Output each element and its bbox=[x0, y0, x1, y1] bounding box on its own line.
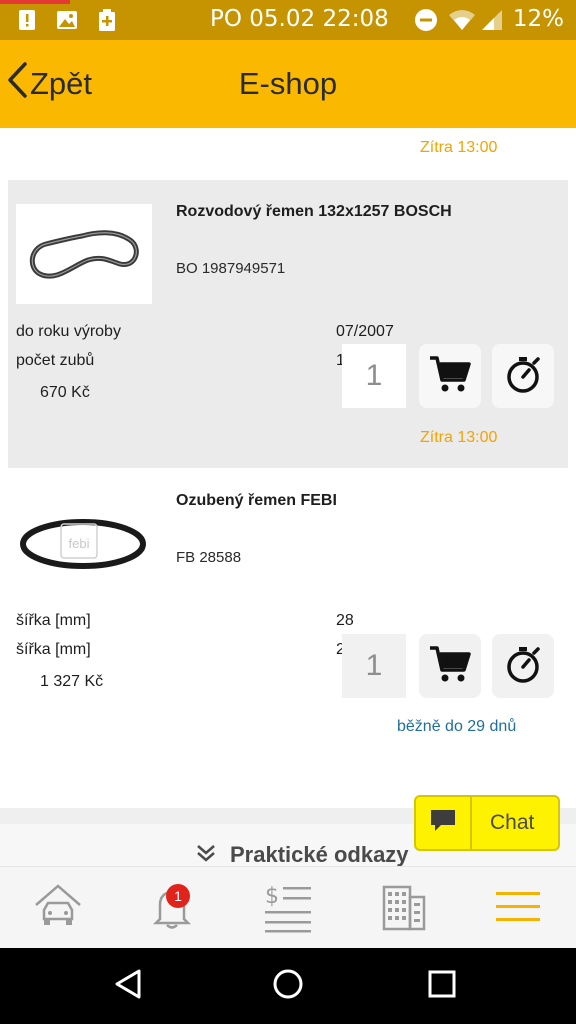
product-price: 1 327 Kč bbox=[40, 673, 104, 690]
product-name[interactable]: Ozubený řemen FEBI bbox=[176, 492, 337, 510]
product-price: 670 Kč bbox=[40, 384, 90, 401]
status-progress-indicator bbox=[0, 0, 70, 4]
product-card: Rozvodový řemen 132x1257 BOSCH BO 198794… bbox=[8, 180, 568, 468]
signal-icon bbox=[480, 8, 504, 32]
delivery-eta: Zítra 13:00 bbox=[420, 429, 498, 446]
square-recents-icon bbox=[427, 969, 457, 1004]
chat-icon-box bbox=[416, 797, 472, 849]
circle-home-icon bbox=[272, 968, 304, 1005]
page-title: E-shop bbox=[238, 66, 338, 101]
chat-label: Chat bbox=[490, 811, 535, 834]
delivery-eta: Zítra 13:00 bbox=[420, 139, 498, 156]
useful-links-label: Praktické odkazy bbox=[230, 842, 409, 866]
tab-vehicle[interactable] bbox=[30, 881, 86, 937]
useful-links-toggle[interactable]: Praktické odkazy bbox=[196, 842, 409, 866]
menu-icon bbox=[495, 889, 541, 930]
screen: PO 05.02 22:08 12% Zpět E-shop Zítra 13:… bbox=[0, 0, 576, 1024]
toothed-belt-image: febi bbox=[20, 519, 146, 569]
building-icon bbox=[382, 883, 426, 936]
notification-badge: 1 bbox=[166, 884, 190, 908]
svg-text:febi: febi bbox=[69, 536, 90, 551]
cart-icon bbox=[428, 354, 472, 399]
tab-price-list[interactable]: $ bbox=[260, 881, 316, 937]
status-bar: PO 05.02 22:08 12% bbox=[0, 0, 576, 40]
attribute-value: 07/2007 bbox=[336, 323, 394, 340]
price-list-icon: $ bbox=[263, 881, 313, 938]
product-card: febi Ozubený řemen FEBI FB 28588 šířka [… bbox=[8, 470, 568, 770]
triangle-back-icon bbox=[113, 968, 143, 1005]
do-not-disturb-icon bbox=[414, 8, 437, 32]
attribute-value: 28 bbox=[336, 612, 354, 629]
svg-text:$: $ bbox=[265, 884, 279, 909]
stopwatch-icon bbox=[503, 354, 543, 399]
battery-plus-icon bbox=[96, 8, 118, 32]
alert-icon bbox=[16, 8, 38, 32]
image-icon bbox=[56, 8, 78, 32]
product-image[interactable]: febi bbox=[16, 494, 152, 594]
product-code: BO 1987949571 bbox=[176, 260, 286, 277]
tab-menu[interactable] bbox=[490, 881, 546, 937]
add-to-cart-button[interactable] bbox=[419, 634, 481, 698]
nav-back-button[interactable] bbox=[108, 968, 148, 1004]
attribute-label: počet zubů bbox=[16, 352, 95, 369]
battery-level: 12% bbox=[512, 6, 564, 32]
double-chevron-down-icon bbox=[196, 842, 230, 866]
attribute-label: šířka [mm] bbox=[16, 641, 91, 658]
chat-button[interactable]: Chat bbox=[414, 795, 560, 851]
watch-availability-button[interactable] bbox=[492, 344, 554, 408]
nav-home-button[interactable] bbox=[268, 968, 308, 1004]
bottom-tab-bar: $ bbox=[0, 866, 576, 948]
cart-icon bbox=[428, 644, 472, 689]
nav-recents-button[interactable] bbox=[422, 968, 462, 1004]
watch-availability-button[interactable] bbox=[492, 634, 554, 698]
wifi-icon bbox=[448, 8, 476, 32]
car-icon bbox=[33, 883, 83, 936]
product-image[interactable] bbox=[16, 204, 152, 304]
system-nav-bar bbox=[0, 948, 576, 1024]
quantity-input[interactable]: 1 bbox=[342, 344, 406, 408]
attribute-label: do roku výroby bbox=[16, 323, 121, 340]
attribute-label: šířka [mm] bbox=[16, 612, 91, 629]
tab-company[interactable] bbox=[376, 881, 432, 937]
delivery-eta: běžně do 29 dnů bbox=[397, 718, 517, 735]
product-name[interactable]: Rozvodový řemen 132x1257 BOSCH bbox=[176, 203, 452, 221]
timing-belt-image bbox=[29, 230, 139, 279]
stopwatch-icon bbox=[503, 644, 543, 689]
status-datetime: PO 05.02 22:08 bbox=[210, 6, 389, 32]
app-header: Zpět E-shop bbox=[0, 40, 576, 128]
quantity-input[interactable]: 1 bbox=[342, 634, 406, 698]
chat-bubble-icon bbox=[429, 808, 457, 839]
add-to-cart-button[interactable] bbox=[419, 344, 481, 408]
product-code: FB 28588 bbox=[176, 549, 242, 566]
